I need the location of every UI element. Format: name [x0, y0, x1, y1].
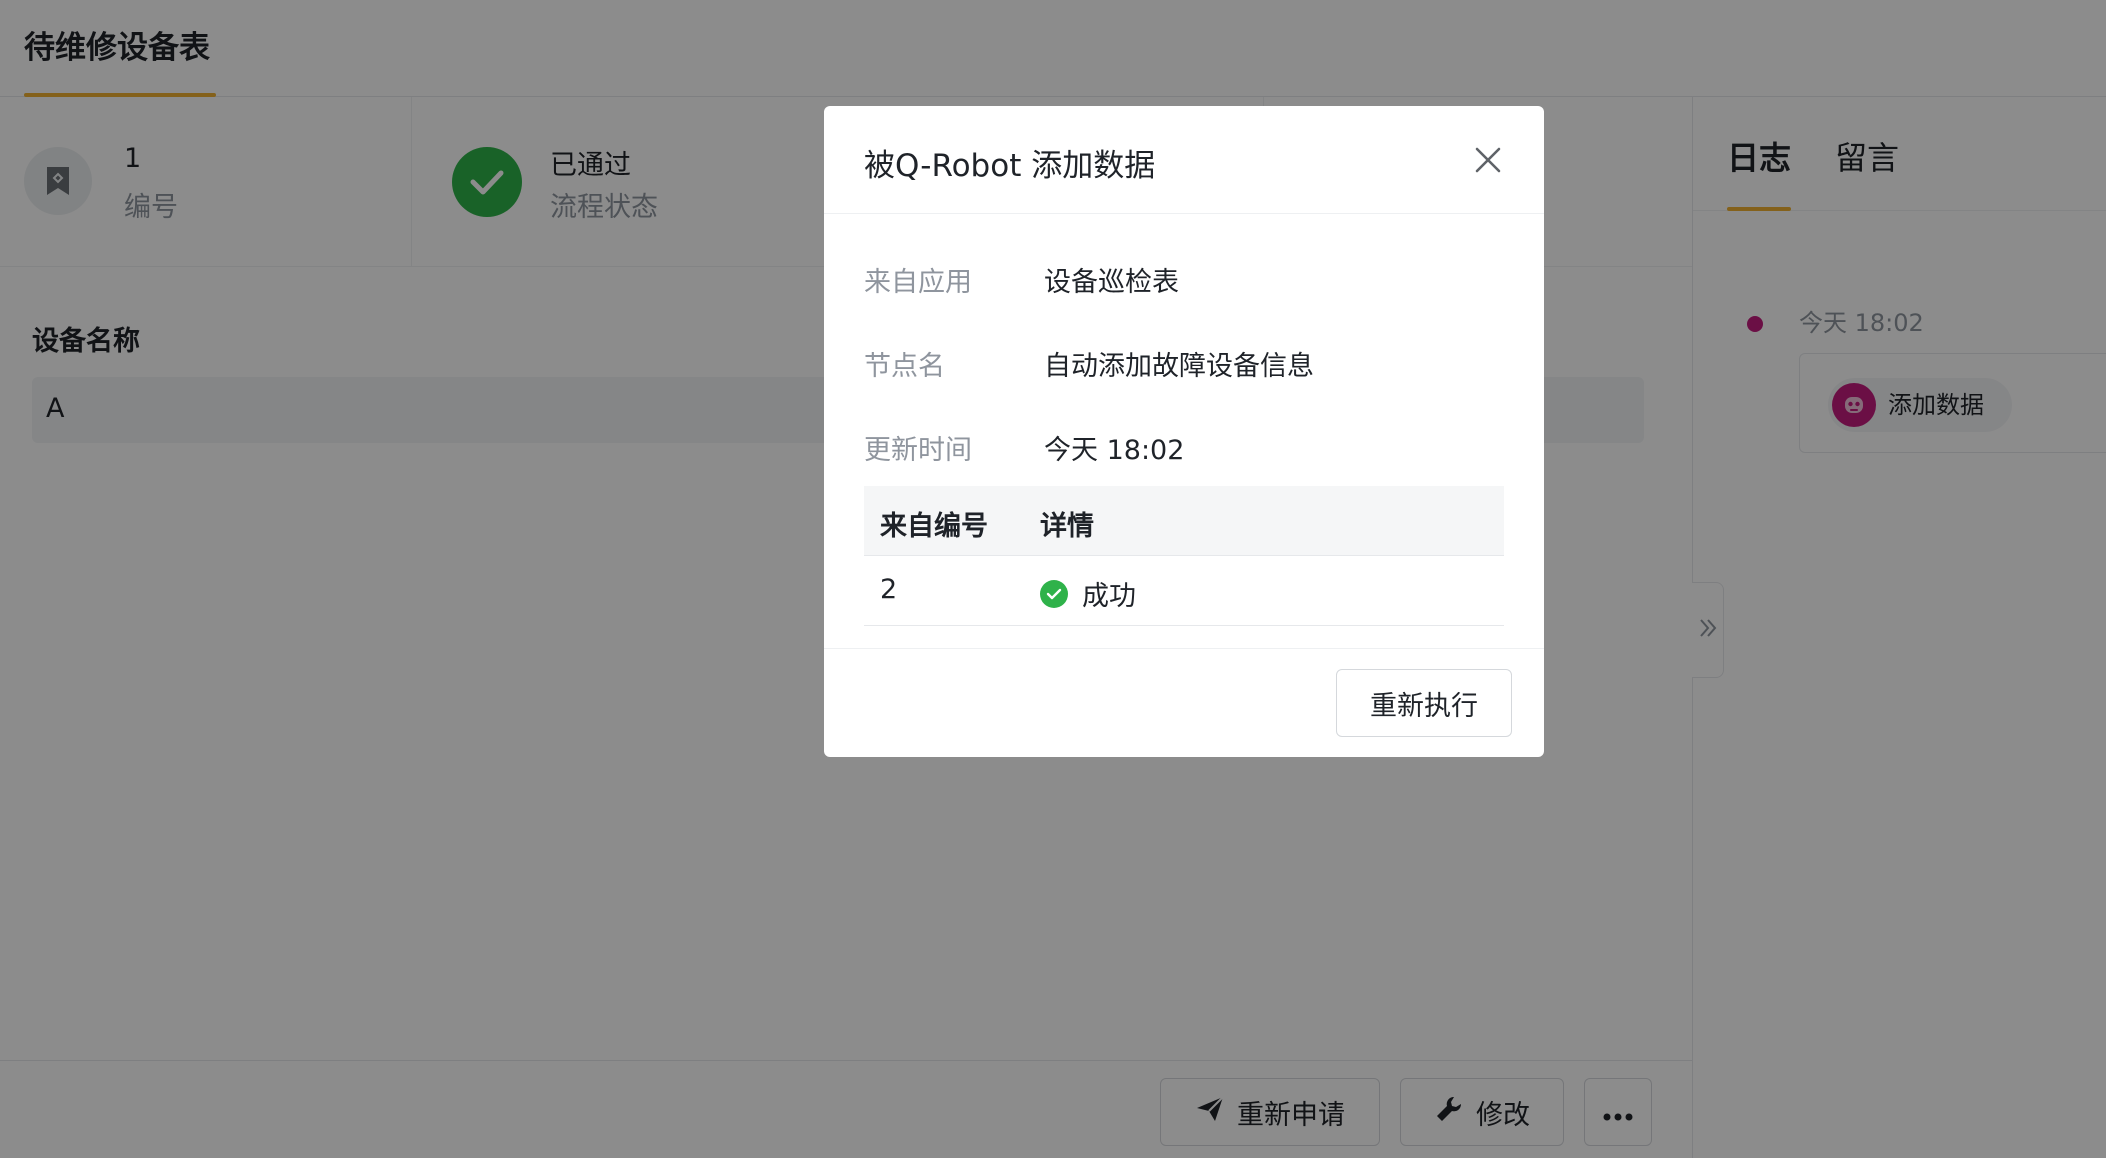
detail-status-text: 成功 [1082, 581, 1136, 612]
table-row: 2 成功 [864, 556, 1504, 626]
modal-header: 被Q-Robot 添加数据 [824, 106, 1544, 214]
node-name-value: 自动添加故障设备信息 [1044, 351, 1314, 382]
modal-title: 被Q-Robot 添加数据 [864, 148, 1156, 184]
source-number-cell: 2 [880, 574, 898, 605]
column-header-detail: 详情 [1040, 511, 1094, 542]
update-time-label: 更新时间 [864, 435, 972, 466]
modal-footer: 重新执行 [824, 648, 1544, 757]
rerun-button[interactable]: 重新执行 [1336, 669, 1512, 737]
close-icon [1475, 147, 1501, 177]
update-time-value: 今天 18:02 [1044, 435, 1185, 466]
result-table: 来自编号 详情 2 成功 [864, 486, 1504, 626]
execution-detail-modal: 被Q-Robot 添加数据 来自应用 设备巡检表 节点名 自动添加故障设备信息 … [824, 106, 1544, 757]
source-app-label: 来自应用 [864, 267, 972, 298]
table-header-row: 来自编号 详情 [864, 486, 1504, 556]
column-header-source-number: 来自编号 [880, 511, 988, 542]
node-name-label: 节点名 [864, 351, 945, 382]
success-check-icon [1040, 579, 1068, 608]
source-app-value: 设备巡检表 [1044, 267, 1179, 298]
close-button[interactable] [1470, 144, 1506, 180]
app-window: 待维修设备表 1 编号 已通过 流程状态 设备名称 A 重新申请 修改 日志 留… [0, 0, 2106, 1158]
detail-cell: 成功 [1040, 574, 1136, 613]
